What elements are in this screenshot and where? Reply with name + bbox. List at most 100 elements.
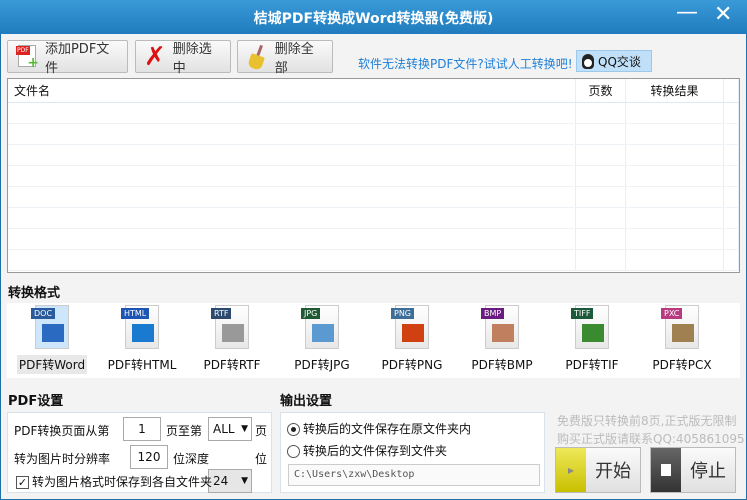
file-table[interactable]: 文件名 页数 转换结果 <box>7 78 740 273</box>
table-row <box>8 187 739 208</box>
add-pdf-button[interactable]: PDF + 添加PDF文件 <box>7 40 128 76</box>
pxc-file-icon: PXC <box>661 305 699 349</box>
output-settings-panel: 转换后的文件保存在原文件夹内 转换后的文件保存到文件夹 C:\Users\zxw… <box>280 412 545 493</box>
column-pages[interactable]: 页数 <box>576 79 626 102</box>
manual-conversion-link[interactable]: 软件无法转换PDF文件?试试人工转换吧! <box>358 55 573 72</box>
output-settings-label: 输出设置 <box>280 394 333 409</box>
format-option-pxc[interactable]: PXC PDF转PCX <box>637 305 727 374</box>
page-from-label: PDF转换页面从第 <box>14 424 110 438</box>
format-section-label: 转换格式 <box>8 286 61 301</box>
delete-all-label: 删除全部 <box>274 41 314 76</box>
table-header: 文件名 页数 转换结果 <box>8 79 739 103</box>
format-label: PDF转Word <box>16 355 88 374</box>
close-button[interactable]: ✕ <box>714 2 732 27</box>
radio-icon <box>287 423 300 436</box>
chevron-down-icon: ▼ <box>241 476 248 486</box>
tiff-file-icon: TIFF <box>571 305 609 349</box>
format-option-doc[interactable]: DOC PDF转Word <box>7 305 97 374</box>
radio-save-original-label: 转换后的文件保存在原文件夹内 <box>303 422 472 436</box>
qq-chat-button[interactable]: QQ交谈 <box>576 50 652 72</box>
window-title: 桔城PDF转换成Word转换器(免费版) <box>253 11 494 27</box>
table-row <box>8 208 739 229</box>
depth-label: 位深度 <box>173 452 210 466</box>
format-option-rtf[interactable]: RTF PDF转RTF <box>187 305 277 374</box>
format-label: PDF转HTML <box>107 358 177 372</box>
column-result[interactable]: 转换结果 <box>626 79 724 102</box>
format-tag: HTML <box>121 308 150 319</box>
table-row <box>8 124 739 145</box>
title-bar: 桔城PDF转换成Word转换器(免费版) — ✕ <box>0 0 747 34</box>
format-tag: PXC <box>661 308 683 319</box>
table-row <box>8 103 739 124</box>
depth-select[interactable]: 24 ▼ <box>208 469 252 493</box>
depth-suffix: 位 <box>255 452 268 466</box>
rtf-file-icon: RTF <box>211 305 249 349</box>
stop-label: 停止 <box>690 461 726 482</box>
format-label: PDF转BMP <box>471 358 533 372</box>
output-folder-input[interactable]: C:\Users\zxw\Desktop <box>288 464 540 486</box>
page-to-select[interactable]: ALL ▼ <box>208 417 252 441</box>
page-to-value: ALL <box>213 422 235 436</box>
start-label: 开始 <box>595 461 631 482</box>
dpi-input[interactable]: 120 <box>130 445 168 469</box>
format-tag: RTF <box>211 308 232 319</box>
stop-button[interactable]: 停止 <box>650 447 736 493</box>
format-tag: TIFF <box>571 308 594 319</box>
radio-save-original[interactable]: 转换后的文件保存在原文件夹内 <box>287 420 471 437</box>
radio-icon <box>287 445 300 458</box>
dpi-label: 转为图片时分辨率 <box>14 452 111 466</box>
purchase-contact: 购买正式版请联系QQ:405861095 <box>557 432 745 446</box>
table-row <box>8 166 739 187</box>
format-tag: PNG <box>391 308 415 319</box>
save-each-checkbox[interactable]: ✓ 转为图片格式时保存到各自文件夹 <box>16 473 212 490</box>
format-label: PDF转JPG <box>294 358 350 372</box>
save-each-label: 转为图片格式时保存到各自文件夹 <box>32 475 213 489</box>
page-to-label: 页至第 <box>166 424 203 438</box>
table-body <box>8 103 739 271</box>
delete-selected-label: 删除选中 <box>172 41 212 76</box>
free-version-notice: 免费版只转换前8页,正式版无限制 <box>557 414 737 428</box>
format-label: PDF转RTF <box>203 358 261 372</box>
pdf-settings-panel: PDF转换页面从第 1 页至第 ALL ▼ 页 转为图片时分辨率 120 位深度 … <box>7 412 272 493</box>
delete-all-button[interactable]: 删除全部 <box>237 40 333 76</box>
broom-icon <box>246 44 269 71</box>
html-file-icon: HTML <box>121 305 159 349</box>
table-row <box>8 250 739 271</box>
stop-icon <box>651 448 681 492</box>
jpg-file-icon: JPG <box>301 305 339 349</box>
depth-value: 24 <box>213 474 229 488</box>
red-x-icon: ✗ <box>144 41 166 72</box>
doc-file-icon: DOC <box>31 305 69 349</box>
format-option-bmp[interactable]: BMP PDF转BMP <box>457 305 547 374</box>
format-label: PDF转PNG <box>381 358 443 372</box>
start-button[interactable]: ▸ 开始 <box>555 447 641 493</box>
format-option-tiff[interactable]: TIFF PDF转TIF <box>547 305 637 374</box>
bmp-file-icon: BMP <box>481 305 519 349</box>
format-option-png[interactable]: PNG PDF转PNG <box>367 305 457 374</box>
pdf-settings-label: PDF设置 <box>8 394 64 409</box>
radio-save-folder-label: 转换后的文件保存到文件夹 <box>303 444 448 458</box>
delete-selected-button[interactable]: ✗ 删除选中 <box>135 40 231 76</box>
penguin-icon <box>582 53 594 69</box>
column-filler <box>724 79 739 102</box>
page-from-input[interactable]: 1 <box>123 417 161 441</box>
add-pdf-label: 添加PDF文件 <box>44 41 110 76</box>
format-label: PDF转TIF <box>565 358 619 372</box>
minimize-button[interactable]: — <box>676 0 698 25</box>
page-suffix: 页 <box>255 424 268 438</box>
radio-save-folder[interactable]: 转换后的文件保存到文件夹 <box>287 442 447 459</box>
qq-chat-label: QQ交谈 <box>598 54 641 69</box>
format-option-html[interactable]: HTML PDF转HTML <box>97 305 187 374</box>
pdf-add-icon: PDF + <box>16 44 39 71</box>
table-row <box>8 229 739 250</box>
table-row <box>8 145 739 166</box>
format-option-jpg[interactable]: JPG PDF转JPG <box>277 305 367 374</box>
chevron-down-icon: ▼ <box>241 424 248 434</box>
format-label: PDF转PCX <box>652 358 712 372</box>
play-icon: ▸ <box>556 448 586 492</box>
column-filename[interactable]: 文件名 <box>8 79 576 102</box>
format-tag: BMP <box>481 308 505 319</box>
checkmark-icon: ✓ <box>16 476 29 489</box>
format-tag: DOC <box>31 308 56 319</box>
png-file-icon: PNG <box>391 305 429 349</box>
